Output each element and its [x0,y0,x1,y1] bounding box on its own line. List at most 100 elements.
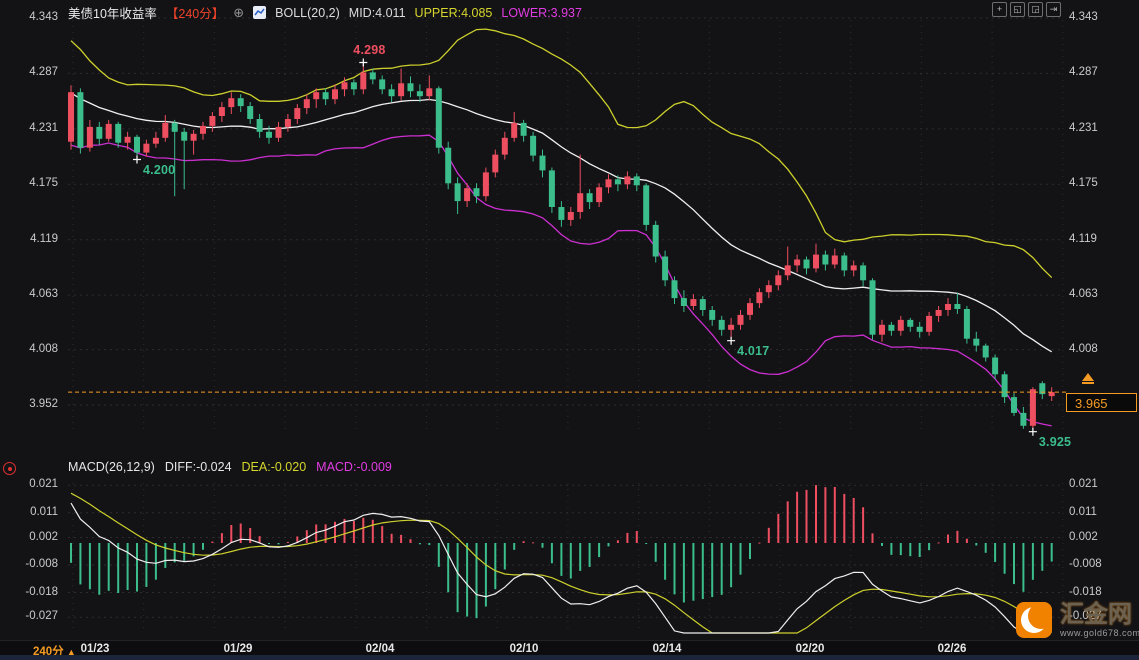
macd-histogram-bar [174,543,176,562]
macd-histogram-bar [815,485,817,543]
macd-axis-label: -0.008 [1069,558,1133,570]
candle-body [624,176,630,184]
macd-histogram-bar [278,543,280,544]
candle-body [983,346,989,358]
candle-body [756,292,762,303]
boll-upper-line [71,29,1052,278]
macd-histogram-bar [570,543,572,579]
price-annotation: 3.925 [1039,435,1071,449]
chart-canvas[interactable] [0,0,1139,660]
candle-body [634,176,640,185]
price-alert-arrow-icon [1082,373,1094,384]
candle-body [964,309,970,339]
candle-body [681,298,687,306]
candle-body [738,315,744,325]
current-price-badge: 3.965 [1066,393,1137,412]
candle-body [492,155,498,173]
macd-histogram-bar [438,543,440,567]
chart-app: 美债10年收益率 【240分】 ⊕ BOLL(20,2) MID:4.011 U… [0,0,1139,660]
candlestick-mini-icon[interactable] [253,6,266,19]
macd-histogram-bar [777,514,779,543]
candle-body [898,320,904,331]
y-axis-label: 4.119 [2,233,58,245]
candle-body [153,138,159,144]
candle-body [257,119,263,132]
y-axis-label: 4.175 [1069,177,1133,189]
candle-body [888,325,894,331]
macd-histogram-bar [127,543,129,590]
macd-axis-label: 0.002 [2,531,58,543]
crosshair-target-icon[interactable] [3,462,16,475]
candle-body [540,156,546,171]
macd-histogram-bar [900,543,902,555]
candle-body [266,132,272,138]
candle-body [662,257,668,281]
macd-histogram-bar [843,494,845,543]
macd-histogram-bar [457,543,459,612]
candle-body [106,124,112,139]
candle-body [219,107,225,116]
x-axis-date-label: 02/26 [924,643,980,655]
candle-body [690,299,696,306]
candle-body [747,303,753,315]
macd-histogram-bar [202,543,204,550]
macd-histogram-bar [683,543,685,602]
macd-histogram-bar [315,524,317,543]
candle-body [907,320,913,327]
period-tag[interactable]: 【240分】 [166,3,224,22]
x-axis-date-label: 01/29 [210,643,266,655]
x-axis-date-label: 02/14 [639,643,695,655]
macd-header: MACD(26,12,9) DIFF:-0.024 DEA:-0.020 MAC… [68,460,392,474]
candle-body [653,225,659,257]
candle-body [851,265,857,270]
candle-body [700,299,706,310]
macd-histogram-bar [287,542,289,543]
macd-histogram-bar [164,543,166,568]
candle-body [483,172,489,196]
candle-body [455,183,461,201]
macd-histogram-bar [70,543,72,563]
macd-histogram-bar [353,521,355,543]
extreme-marker-icon [727,337,735,345]
site-url: www.gold678.com [1060,628,1139,638]
macd-histogram-bar [419,543,421,544]
macd-histogram-bar [381,526,383,543]
macd-histogram-bar [1032,543,1034,580]
macd-histogram-bar [400,535,402,543]
y-axis-label: 4.287 [1069,66,1133,78]
macd-axis-label: -0.018 [2,586,58,598]
candle-body [954,304,960,309]
candle-body [587,193,593,202]
candle-body [568,212,574,220]
zoom-in-icon[interactable]: ◱ [1010,2,1025,17]
macd-histogram-bar [966,539,968,543]
macd-histogram-bar [523,541,525,543]
candle-body [785,265,791,275]
candle-body [1002,374,1008,397]
macd-histogram-bar [1013,543,1015,584]
zoom-out-icon[interactable]: ◲ [1028,2,1043,17]
macd-histogram-bar [183,543,185,561]
macd-histogram-bar [589,543,591,567]
candle-body [143,144,149,153]
pan-icon[interactable]: + [992,2,1007,17]
macd-histogram-bar [447,543,449,592]
site-watermark: 汇金网 www.gold678.com [1016,602,1139,638]
add-indicator-icon[interactable]: ⊕ [233,5,244,21]
macd-axis-label: -0.027 [2,610,58,622]
boll-lower-value: LOWER:3.937 [501,6,582,20]
macd-histogram-bar [664,543,666,580]
macd-histogram-bar [551,543,553,563]
candle-body [445,148,451,184]
candle-body [643,185,649,225]
candle-body [917,327,923,332]
macd-histogram-bar [249,528,251,543]
exit-fullscreen-icon[interactable]: ⇥ [1046,2,1061,17]
candle-body [370,72,376,79]
candle-body [134,137,140,153]
candle-body [672,280,678,298]
candle-body [945,304,951,310]
candle-body [379,79,385,89]
macd-axis-label: 0.002 [1069,531,1133,543]
macd-histogram-bar [598,543,600,557]
